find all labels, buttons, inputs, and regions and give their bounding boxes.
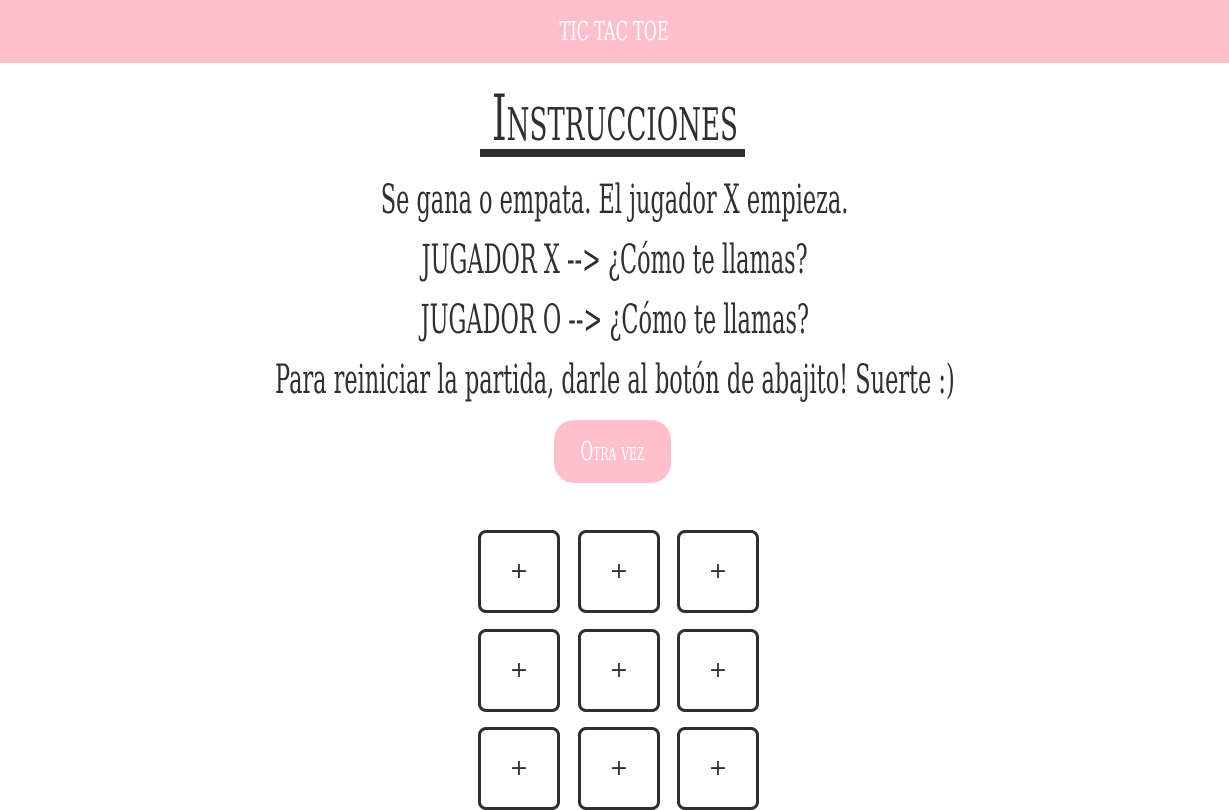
instructions-heading-wrapper: Instrucciones xyxy=(0,80,1229,158)
reset-button[interactable]: Otra vez xyxy=(554,420,671,483)
top-bar: TIC TAC TOE xyxy=(0,0,1229,63)
instruction-line-player-x-text: JUGADOR X --> ¿Cómo te llamas? xyxy=(421,237,808,283)
reset-button-label: Otra vez xyxy=(580,436,645,467)
board-cell-5[interactable]: + xyxy=(578,629,660,712)
instruction-line-reset-text: Para reiniciar la partida, darle al botó… xyxy=(274,357,955,403)
board-cell-6[interactable]: + xyxy=(677,629,759,712)
board-cell-2[interactable]: + xyxy=(578,530,660,613)
board-cell-7[interactable]: + xyxy=(478,727,560,810)
instructions-heading: Instrucciones xyxy=(491,82,738,156)
instruction-line-player-x: JUGADOR X --> ¿Cómo te llamas? xyxy=(0,236,1229,284)
board-cell-8[interactable]: + xyxy=(578,727,660,810)
instruction-line-rules-text: Se gana o empata. El jugador X empieza. xyxy=(380,177,849,223)
heading-underline xyxy=(480,149,745,157)
instruction-line-player-o-text: JUGADOR O --> ¿Cómo te llamas? xyxy=(420,297,809,343)
instruction-line-reset: Para reiniciar la partida, darle al botó… xyxy=(0,356,1229,404)
instruction-line-player-o: JUGADOR O --> ¿Cómo te llamas? xyxy=(0,296,1229,344)
board-cell-4[interactable]: + xyxy=(478,629,560,712)
board-cell-3[interactable]: + xyxy=(677,530,759,613)
board-cell-9[interactable]: + xyxy=(677,727,759,810)
instruction-line-rules: Se gana o empata. El jugador X empieza. xyxy=(0,176,1229,224)
board-cell-1[interactable]: + xyxy=(478,530,560,613)
app-title: TIC TAC TOE xyxy=(559,16,670,47)
